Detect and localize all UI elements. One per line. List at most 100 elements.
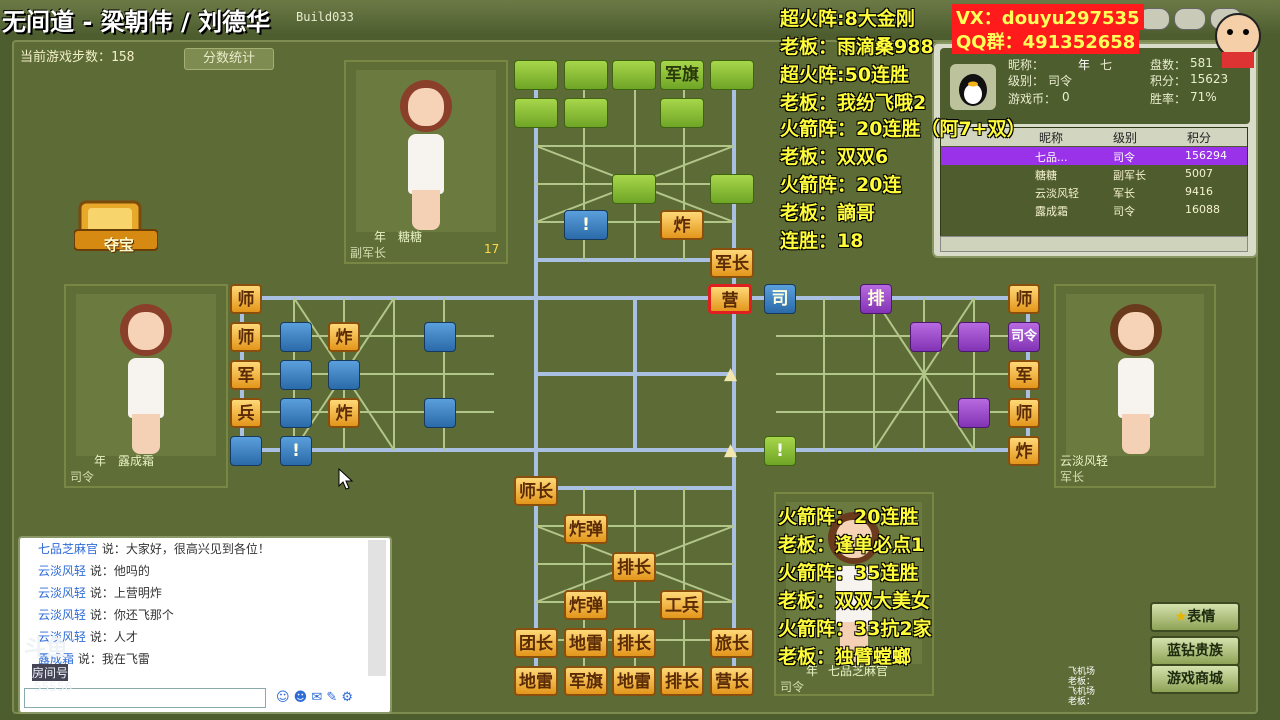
piece-zha[interactable]: 炸 — [328, 322, 360, 352]
piece-unknown[interactable]: ! — [564, 210, 608, 240]
row-name: 云淡风轻 — [1035, 187, 1079, 200]
vip-button[interactable]: 蓝钻贵族 — [1150, 636, 1240, 666]
piece-pai[interactable]: 排 — [860, 284, 892, 314]
piece-top-flag[interactable]: 军旗 — [660, 60, 704, 90]
piece-top-hidden[interactable] — [660, 98, 704, 128]
piece-jun[interactable]: 军 — [1008, 360, 1040, 390]
table-scrollbar[interactable] — [940, 236, 1248, 252]
table-row[interactable]: 露成霜 司令 16088 — [941, 201, 1247, 219]
douyu-watermark: 斗鱼 房间号 — [22, 630, 102, 681]
record-line: 火箭阵：20连胜 — [778, 506, 919, 528]
piece-paizhang[interactable]: 排长 — [660, 666, 704, 696]
piece-bomb[interactable]: 炸 — [660, 210, 704, 240]
row-level: 司令 — [1113, 151, 1135, 164]
record-line: 老板：双双6 — [780, 146, 889, 168]
col-score[interactable]: 积分 — [1187, 129, 1211, 146]
col-level[interactable]: 级别 — [1113, 129, 1137, 146]
piece-shi[interactable]: 师 — [230, 322, 262, 352]
player-portrait-left[interactable]: 年 露成霜 司令 — [64, 284, 228, 488]
piece-zhadan[interactable]: 炸弹 — [564, 590, 608, 620]
room-label: 房间号 — [32, 664, 69, 681]
piece-jun[interactable]: 军 — [230, 360, 262, 390]
piece-zhadan[interactable]: 炸弹 — [564, 514, 608, 544]
chat-line: 云淡风轻 说：上营明炸 — [38, 586, 162, 600]
arrow-up-icon[interactable]: ▲ — [724, 364, 737, 384]
piece-left-hidden[interactable] — [424, 398, 456, 428]
col-nickname[interactable]: 昵称 — [1039, 129, 1063, 146]
piece-si[interactable]: 司 — [764, 284, 796, 314]
shop-button[interactable]: 游戏商城 — [1150, 664, 1240, 694]
row-score: 9416 — [1185, 185, 1213, 198]
piece-dilei[interactable]: 地雷 — [514, 666, 558, 696]
player-portrait-right[interactable]: 云淡风轻 军长 — [1054, 284, 1216, 488]
table-row[interactable]: 七品... 司令 156294 — [941, 147, 1247, 165]
piece-top-hidden[interactable] — [514, 60, 558, 90]
piece-paizhang[interactable]: 排长 — [612, 552, 656, 582]
treasure-chest-button[interactable]: 夺宝 — [73, 196, 159, 260]
row-name: 糖糖 — [1035, 169, 1057, 182]
piece-unknown[interactable]: ! — [280, 436, 312, 466]
piece-left-hidden[interactable] — [280, 322, 312, 352]
chat-scrollbar[interactable] — [368, 540, 386, 676]
piece-left-hidden[interactable] — [328, 360, 360, 390]
qq-penguin-icon — [950, 64, 996, 110]
piece-left-hidden[interactable] — [280, 360, 312, 390]
avatar-legs — [132, 414, 160, 454]
piece-paizhang[interactable]: 排长 — [612, 628, 656, 658]
avatar-body — [1118, 358, 1154, 418]
piece-top-hidden[interactable] — [564, 60, 608, 90]
record-line: 老板：雨滴桑988 — [780, 36, 934, 58]
piece-top-hidden[interactable] — [514, 98, 558, 128]
piece-shi[interactable]: 师 — [1008, 284, 1040, 314]
stream-title-overlay: 无间道 - 梁朝伟 / 刘德华 — [2, 8, 271, 36]
piece-left-hidden[interactable] — [230, 436, 262, 466]
chat-panel[interactable]: 七品芝麻官 说：大家好，很高兴见到各位！ 云淡风轻 说：他吗的 云淡风轻 说：上… — [18, 536, 392, 714]
piece-left-hidden[interactable] — [424, 322, 456, 352]
coins-label: 游戏币： — [1008, 92, 1057, 106]
piece-bing[interactable]: 兵 — [230, 398, 262, 428]
avatar-face — [128, 312, 164, 350]
piece-unknown[interactable]: ! — [764, 436, 796, 466]
qq-contact: QQ群：491352658 — [952, 28, 1140, 54]
record-line: 火箭阵：35连胜 — [778, 562, 919, 584]
piece-shi[interactable]: 师 — [1008, 398, 1040, 428]
piece-right-hidden[interactable] — [958, 398, 990, 428]
emote-button[interactable]: ★表情 — [1150, 602, 1240, 632]
row-level: 副军长 — [1113, 169, 1146, 182]
piece-dilei[interactable]: 地雷 — [612, 666, 656, 696]
piece-top-hidden[interactable] — [710, 174, 754, 204]
chat-emoji-icons[interactable]: ☺ ☻ ✉ ✎ ⚙ — [276, 690, 353, 705]
piece-right-hidden[interactable] — [958, 322, 990, 352]
piece-camp-selected[interactable]: 营 — [708, 284, 752, 314]
misc-label: 老板： — [1068, 697, 1096, 707]
table-row[interactable]: 云淡风轻 军长 9416 — [941, 183, 1247, 201]
piece-left-hidden[interactable] — [280, 398, 312, 428]
piece-top-hidden[interactable] — [612, 174, 656, 204]
piece-top-hidden[interactable] — [612, 60, 656, 90]
winrate-label: 胜率： — [1150, 92, 1187, 106]
players-table[interactable]: 昵称 级别 积分 七品... 司令 156294 糖糖 副军长 5007 云淡风… — [940, 127, 1248, 237]
record-line: 老板：逢单必点1 — [778, 534, 925, 556]
arrow-up-icon[interactable]: ▲ — [724, 440, 737, 460]
piece-shizhang[interactable]: 师长 — [514, 476, 558, 506]
record-line: 连胜：18 — [780, 230, 864, 252]
piece-yingzhang[interactable]: 营长 — [710, 666, 754, 696]
piece-zha[interactable]: 炸 — [328, 398, 360, 428]
piece-lvzhang[interactable]: 旅长 — [710, 628, 754, 658]
player-tag: 年 — [94, 454, 107, 468]
row-level: 司令 — [1113, 205, 1135, 218]
piece-top-hidden[interactable] — [710, 60, 754, 90]
table-row[interactable]: 糖糖 副军长 5007 — [941, 165, 1247, 183]
piece-top-hidden[interactable] — [564, 98, 608, 128]
piece-tuanzhang[interactable]: 团长 — [514, 628, 558, 658]
piece-shi[interactable]: 师 — [230, 284, 262, 314]
piece-zha[interactable]: 炸 — [1008, 436, 1040, 466]
piece-siling[interactable]: 司令 — [1008, 322, 1040, 352]
piece-commander[interactable]: 军长 — [710, 248, 754, 278]
piece-gongbing[interactable]: 工兵 — [660, 590, 704, 620]
level-label: 级别： — [1008, 74, 1045, 88]
piece-right-hidden[interactable] — [910, 322, 942, 352]
piece-dilei[interactable]: 地雷 — [564, 628, 608, 658]
piece-junqi[interactable]: 军旗 — [564, 666, 608, 696]
score-value: 15623 — [1190, 72, 1229, 86]
